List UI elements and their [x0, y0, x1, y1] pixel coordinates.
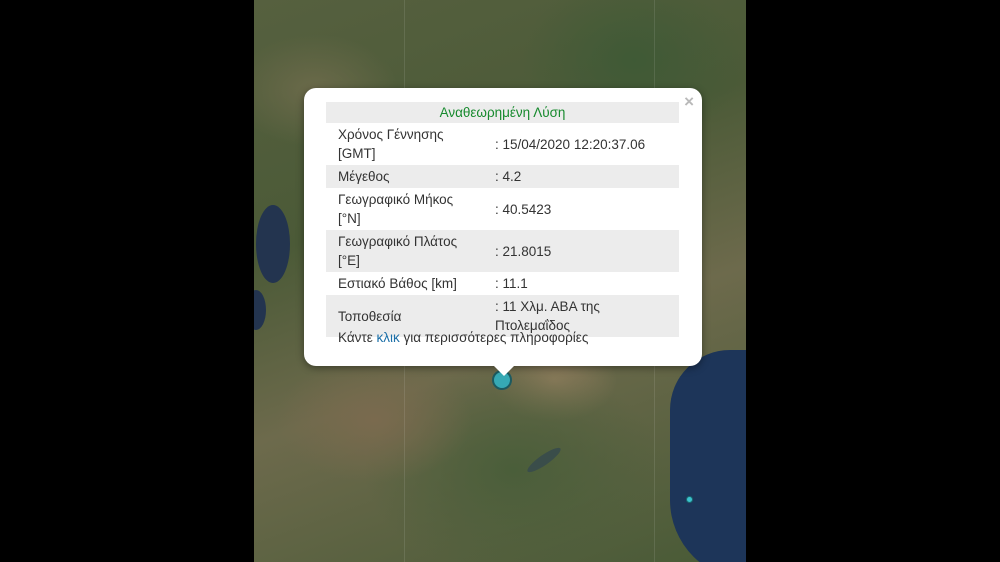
close-icon[interactable]: × — [684, 92, 694, 112]
origin-time-label: Χρόνος Γέννησης [GMT] — [338, 127, 444, 161]
lake — [254, 290, 266, 330]
origin-time-value: : 15/04/2020 12:20:37.06 — [495, 136, 646, 152]
longitude-label: Γεωγραφικό Πλάτος [°E] — [326, 230, 483, 272]
lake — [256, 205, 290, 283]
more-info-suffix: για περισσότερες πληροφορίες — [399, 330, 589, 345]
latitude-value: : 40.5423 — [495, 201, 552, 217]
popup-title: Αναθεωρημένη Λύση — [326, 102, 679, 123]
longitude-value: : 21.8015 — [483, 230, 679, 272]
more-info-prefix: Κάντε — [338, 330, 377, 345]
depth-label: Εστιακό Βάθος [km] — [338, 276, 457, 291]
small-event-marker-icon[interactable] — [686, 496, 693, 503]
more-info-link[interactable]: κλικ — [377, 330, 400, 345]
earthquake-info-popup: × Αναθεωρημένη Λύση Χρόνος Γέννησης [GMT… — [304, 88, 702, 376]
lake — [524, 444, 564, 476]
more-info-text: Κάντε κλικ για περισσότερες πληροφορίες — [338, 330, 588, 345]
depth-value: : 11.1 — [495, 276, 528, 291]
earthquake-details-table: Αναθεωρημένη Λύση Χρόνος Γέννησης [GMT]:… — [326, 102, 679, 337]
magnitude-value: : 4.2 — [483, 165, 679, 188]
magnitude-label: Μέγεθος — [326, 165, 483, 188]
sea — [670, 350, 746, 562]
latitude-label: Γεωγραφικό Μήκος [°N] — [338, 192, 454, 226]
